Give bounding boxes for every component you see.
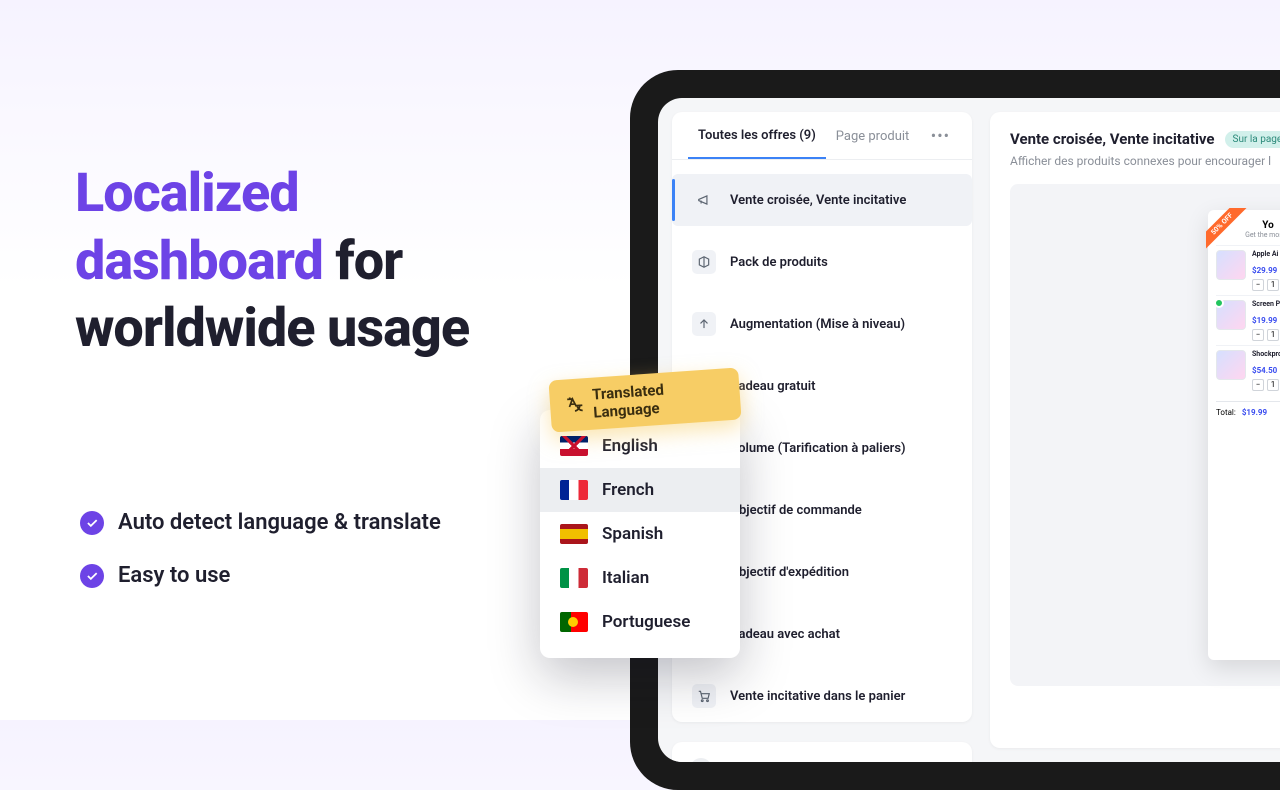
tag-label: Translated Language xyxy=(592,376,727,421)
flag-pt-icon xyxy=(560,612,588,632)
bullet-text: Easy to use xyxy=(118,563,230,588)
hero-copy: Localized dashboard for worldwide usage xyxy=(75,160,515,363)
detail-panel: Vente croisée, Vente incitative Sur la p… xyxy=(990,112,1280,748)
lang-label: English xyxy=(602,436,658,456)
detail-header: Vente croisée, Vente incitative Sur la p… xyxy=(1010,130,1280,148)
offer-label: Pack de produits xyxy=(730,255,828,270)
offer-label: Vente incitative dans le panier xyxy=(730,689,905,704)
product-price: $19.99 xyxy=(1252,316,1277,325)
question-icon: ? xyxy=(690,758,712,762)
lang-label: French xyxy=(602,480,654,500)
offer-item-cross-sell[interactable]: Vente croisée, Vente incitative xyxy=(672,174,972,226)
product-row[interactable]: Apple Ai $29.99 −1+ xyxy=(1216,245,1280,295)
lang-option-spanish[interactable]: Spanish xyxy=(540,512,740,556)
language-popup: Translated Language English French Spani… xyxy=(540,410,740,658)
hero-title: Localized dashboard for worldwide usage xyxy=(75,160,515,363)
product-thumb xyxy=(1216,250,1246,280)
offer-label: Vente croisée, Vente incitative xyxy=(730,193,906,208)
help-text: Vous ne savez pas quelle offre créer ? xyxy=(724,762,942,763)
upsell-widget: 50% OFF Yo Get the most o Apple Ai $29.9… xyxy=(1208,210,1280,660)
offer-label: Objectif d'expédition xyxy=(730,565,849,580)
feature-bullets: Auto detect language & translate Easy to… xyxy=(80,510,441,616)
offer-label: Cadeau gratuit xyxy=(730,379,815,394)
tabs-more-icon[interactable]: ••• xyxy=(925,126,956,145)
flag-fr-icon xyxy=(560,480,588,500)
lang-option-french[interactable]: French xyxy=(540,468,740,512)
detail-subtitle: Afficher des produits connexes pour enco… xyxy=(1010,154,1280,168)
check-icon xyxy=(80,511,104,535)
flag-it-icon xyxy=(560,568,588,588)
offer-label: Volume (Tarification à paliers) xyxy=(730,441,906,456)
lang-option-portuguese[interactable]: Portuguese xyxy=(540,600,740,644)
product-price: $29.99 xyxy=(1252,266,1277,275)
product-name: Screen P xyxy=(1252,300,1280,308)
lang-option-italian[interactable]: Italian xyxy=(540,556,740,600)
dashboard-screen: Toutes les offres (9) Page produit ••• V… xyxy=(658,98,1280,762)
check-icon xyxy=(80,564,104,588)
translated-language-tag: Translated Language xyxy=(548,367,741,432)
cart-icon xyxy=(692,684,716,708)
arrow-up-icon xyxy=(692,312,716,336)
lang-label: Portuguese xyxy=(602,612,690,632)
offer-item-bundle[interactable]: Pack de produits xyxy=(672,236,972,288)
package-icon xyxy=(692,250,716,274)
flag-es-icon xyxy=(560,524,588,544)
detail-title: Vente croisée, Vente incitative xyxy=(1010,130,1215,148)
offer-label: Augmentation (Mise à niveau) xyxy=(730,317,905,332)
translate-icon xyxy=(563,393,585,416)
placement-badge: Sur la page p xyxy=(1225,131,1280,148)
offer-item-upgrade[interactable]: Augmentation (Mise à niveau) xyxy=(672,298,972,350)
flag-uk-icon xyxy=(560,436,588,456)
offer-item-cart-upsell[interactable]: Vente incitative dans le panier xyxy=(672,670,972,722)
quantity-stepper[interactable]: −1+ xyxy=(1252,379,1280,391)
selected-dot-icon xyxy=(1214,298,1224,308)
bullet-row: Auto detect language & translate xyxy=(80,510,441,535)
megaphone-icon xyxy=(692,188,716,212)
lang-label: Spanish xyxy=(602,524,663,544)
product-thumb xyxy=(1216,350,1246,380)
widget-total: Total:$19.99 xyxy=(1216,401,1280,417)
hero-title-accent: Localized dashboard xyxy=(75,162,323,293)
lang-label: Italian xyxy=(602,568,649,588)
bullet-row: Easy to use xyxy=(80,563,441,588)
product-row[interactable]: Screen P $19.99$ −1+ xyxy=(1216,295,1280,345)
bullet-text: Auto detect language & translate xyxy=(118,510,441,535)
product-name: Apple Ai xyxy=(1252,250,1280,258)
offer-preview: 50% OFF Yo Get the most o Apple Ai $29.9… xyxy=(1010,184,1280,686)
product-thumb xyxy=(1216,300,1246,330)
product-row[interactable]: Shockpro $54.50$ −1+ xyxy=(1216,345,1280,395)
product-price: $54.50 xyxy=(1252,366,1277,375)
quantity-stepper[interactable]: −1+ xyxy=(1252,329,1280,341)
tab-all-offers[interactable]: Toutes les offres (9) xyxy=(688,112,826,159)
tab-product-page[interactable]: Page produit xyxy=(826,113,920,158)
offer-label: Cadeau avec achat xyxy=(730,627,840,642)
help-card[interactable]: ? Vous ne savez pas quelle offre créer ? xyxy=(672,742,972,762)
quantity-stepper[interactable]: −1+ xyxy=(1252,279,1280,291)
discount-ribbon: 50% OFF xyxy=(1206,208,1250,252)
offer-label: Objectif de commande xyxy=(730,503,862,518)
offers-tabs: Toutes les offres (9) Page produit ••• xyxy=(672,112,972,160)
product-name: Shockpro xyxy=(1252,350,1280,358)
